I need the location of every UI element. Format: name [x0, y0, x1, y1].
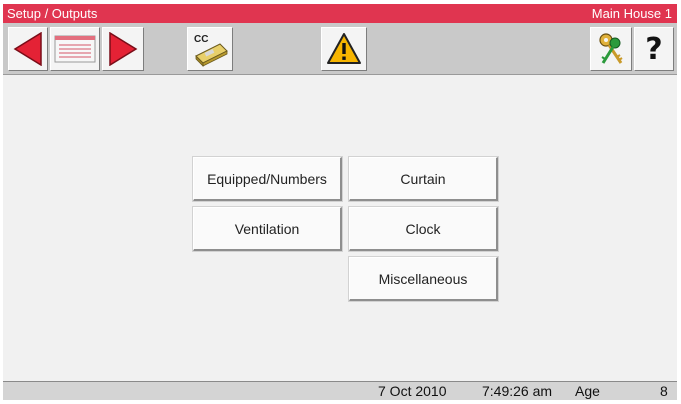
- screen-list-button[interactable]: [50, 27, 100, 71]
- equipped-numbers-button[interactable]: Equipped/Numbers: [193, 157, 342, 201]
- access-button[interactable]: [590, 27, 632, 71]
- help-button[interactable]: ?: [634, 27, 674, 71]
- screen-title: Setup / Outputs: [7, 6, 98, 21]
- arrow-left-icon: [13, 32, 42, 66]
- toolbar: CC ?: [3, 23, 677, 75]
- miscellaneous-button[interactable]: Miscellaneous: [349, 257, 498, 301]
- alarm-button[interactable]: [321, 27, 367, 71]
- warning-icon: [327, 33, 361, 64]
- clock-button[interactable]: Clock: [349, 207, 498, 251]
- ventilation-button[interactable]: Ventilation: [193, 207, 342, 251]
- status-date: 7 Oct 2010: [378, 383, 447, 399]
- climate-computer-button[interactable]: CC: [187, 27, 233, 71]
- title-bar: Setup / Outputs Main House 1: [3, 4, 677, 23]
- status-age-value: 8: [660, 383, 668, 399]
- arrow-right-icon: [109, 32, 138, 66]
- cc-label: CC: [194, 34, 208, 45]
- status-bar: 7 Oct 2010 7:49:26 am Age 8: [3, 381, 677, 400]
- house-name: Main House 1: [591, 6, 672, 21]
- main-window: Setup / Outputs Main House 1 CC ? Equipp…: [3, 4, 677, 400]
- climate-computer-icon: CC: [194, 34, 228, 67]
- status-time: 7:49:26 am: [482, 383, 553, 399]
- previous-button[interactable]: [8, 27, 48, 71]
- status-age-label: Age: [575, 383, 600, 399]
- next-button[interactable]: [102, 27, 144, 71]
- help-icon: ?: [645, 31, 663, 67]
- curtain-button[interactable]: Curtain: [349, 157, 498, 201]
- keys-icon: [599, 33, 623, 64]
- list-icon: [54, 35, 96, 63]
